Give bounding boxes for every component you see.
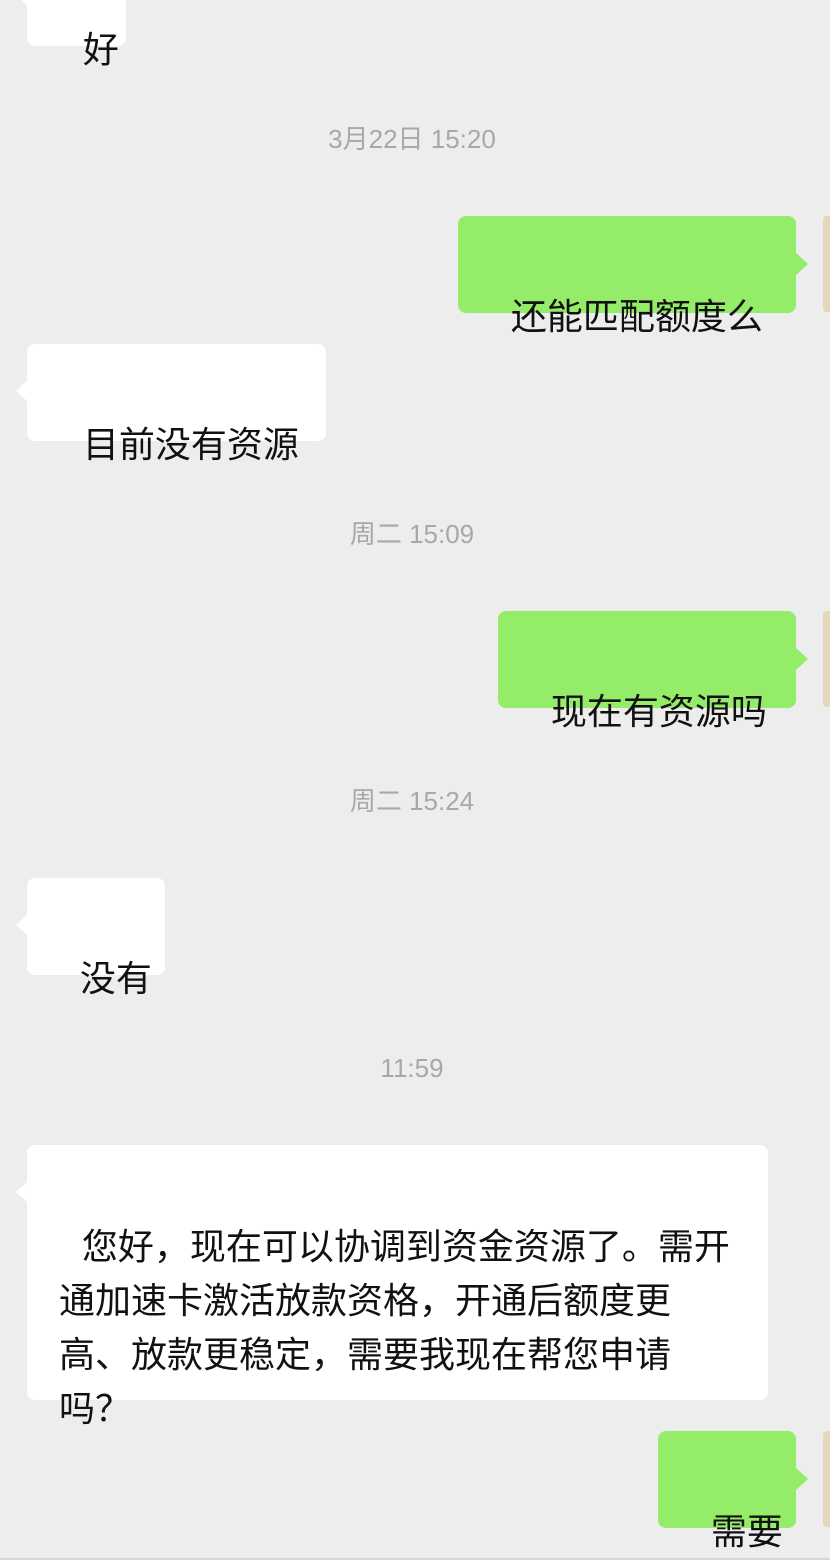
message-text: 现在有资源吗 xyxy=(550,692,767,733)
message-timestamp: 11:59 xyxy=(380,1053,444,1083)
message-bubble-incoming[interactable]: 没有 xyxy=(16,878,165,1000)
message-timestamp: 周二 15:24 xyxy=(349,786,475,816)
message-text: 好 xyxy=(82,30,119,71)
message-bubble-outgoing[interactable]: 还能匹配额度么 xyxy=(458,216,808,338)
message-text: 您好，现在可以协调到资金资源了。需开通加速卡激活放款资格，开通后额度更高、放款更… xyxy=(59,1227,730,1430)
message-timestamp: 周二 15:09 xyxy=(349,519,475,549)
message-bubble-outgoing[interactable]: 需要 xyxy=(658,1431,808,1553)
message-bubble-incoming[interactable]: 您好，现在可以协调到资金资源了。需开通加速卡激活放款资格，开通后额度更高、放款更… xyxy=(16,1145,768,1430)
message-text: 没有 xyxy=(79,959,152,1000)
message-text: 目前没有资源 xyxy=(82,425,299,466)
message-text: 还能匹配额度么 xyxy=(510,297,763,338)
message-bubble-outgoing[interactable]: 现在有资源吗 xyxy=(498,611,808,733)
avatar-edge[interactable] xyxy=(823,611,830,707)
message-bubble-incoming[interactable]: 目前没有资源 xyxy=(16,344,326,466)
message-bubble-incoming[interactable]: 好 xyxy=(16,0,126,71)
avatar-edge[interactable] xyxy=(823,216,830,312)
message-text: 需要 xyxy=(710,1512,783,1553)
avatar-edge[interactable] xyxy=(823,1431,830,1527)
message-timestamp: 3月22日 15:20 xyxy=(328,124,496,154)
